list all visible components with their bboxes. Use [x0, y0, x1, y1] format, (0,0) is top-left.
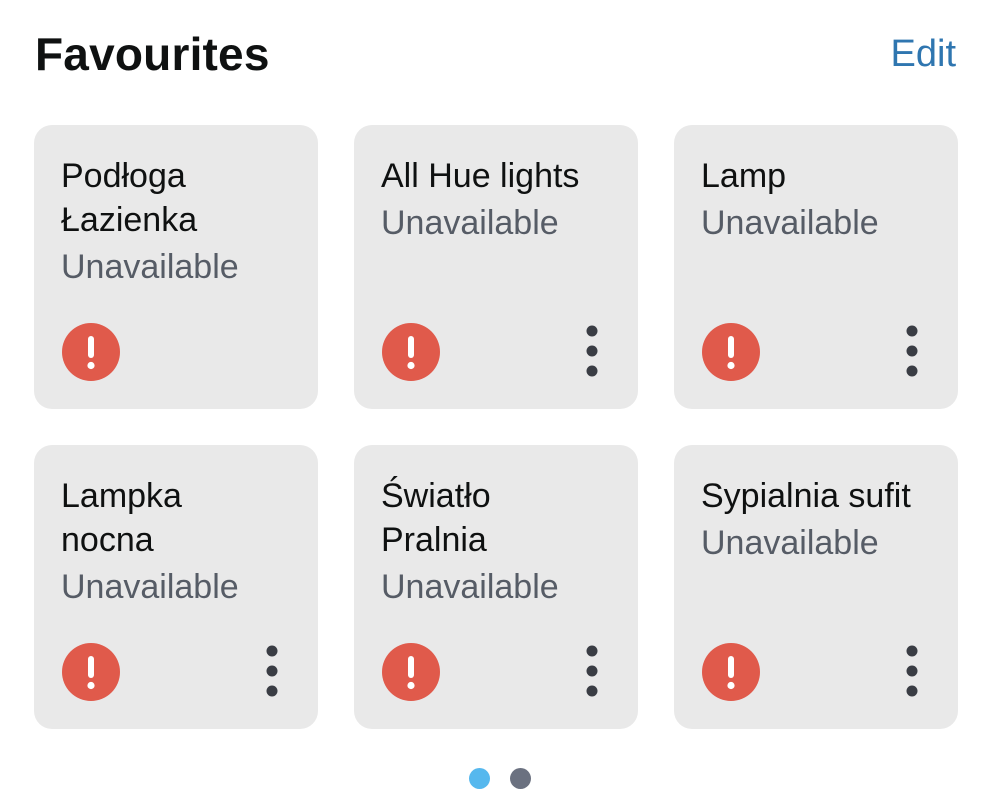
page-indicator	[0, 768, 1000, 789]
page-title: Favourites	[35, 28, 270, 80]
device-name-line: Lampka	[61, 477, 182, 515]
page-dot[interactable]	[510, 768, 531, 789]
device-name-line: Podłoga	[61, 157, 186, 195]
device-status: Unavailable	[381, 204, 559, 242]
device-card[interactable]: Światło Pralnia Unavailable	[354, 445, 638, 729]
device-card[interactable]: Podłoga Łazienka Unavailable	[34, 125, 318, 409]
device-name-line: Łazienka	[61, 201, 198, 239]
more-options-icon[interactable]	[572, 643, 612, 699]
device-name: All Hue lights Unavailable	[381, 154, 618, 248]
device-name: Sypialnia sufit Unavailable	[701, 474, 938, 568]
device-name: Światło Pralnia Unavailable	[381, 474, 618, 612]
device-status: Unavailable	[701, 204, 879, 242]
more-options-icon[interactable]	[252, 643, 292, 699]
exclamation-circle-icon	[702, 323, 760, 381]
device-status: Unavailable	[61, 568, 239, 606]
exclamation-circle-icon	[382, 643, 440, 701]
favourites-grid: Podłoga Łazienka Unavailable All Hue lights…	[34, 125, 958, 729]
device-name-line: nocna	[61, 521, 154, 559]
exclamation-circle-icon	[62, 643, 120, 701]
device-card[interactable]: Lamp Unavailable	[674, 125, 958, 409]
device-name: Lamp Unavailable	[701, 154, 938, 248]
favourites-page: Favourites Edit Podłoga Łazienka Unavailab…	[0, 0, 1000, 809]
device-status: Unavailable	[701, 524, 879, 562]
device-name-line: Lamp	[701, 157, 787, 195]
exclamation-circle-icon	[62, 323, 120, 381]
page-dot-active[interactable]	[469, 768, 490, 789]
device-name-line: Sypialnia sufit	[701, 477, 911, 515]
device-name-line: Światło	[381, 477, 491, 515]
device-status: Unavailable	[381, 568, 559, 606]
device-name: Podłoga Łazienka Unavailable	[61, 154, 298, 292]
more-options-icon[interactable]	[892, 323, 932, 379]
exclamation-circle-icon	[702, 643, 760, 701]
edit-button[interactable]: Edit	[891, 33, 956, 76]
favourites-header: Favourites Edit	[35, 22, 956, 86]
device-status: Unavailable	[61, 248, 239, 286]
device-card[interactable]: Lampka nocna Unavailable	[34, 445, 318, 729]
device-card[interactable]: Sypialnia sufit Unavailable	[674, 445, 958, 729]
exclamation-circle-icon	[382, 323, 440, 381]
device-name: Lampka nocna Unavailable	[61, 474, 298, 612]
device-name-line: All Hue lights	[381, 157, 580, 195]
more-options-icon[interactable]	[572, 323, 612, 379]
more-options-icon[interactable]	[892, 643, 932, 699]
device-name-line: Pralnia	[381, 521, 487, 559]
device-card[interactable]: All Hue lights Unavailable	[354, 125, 638, 409]
